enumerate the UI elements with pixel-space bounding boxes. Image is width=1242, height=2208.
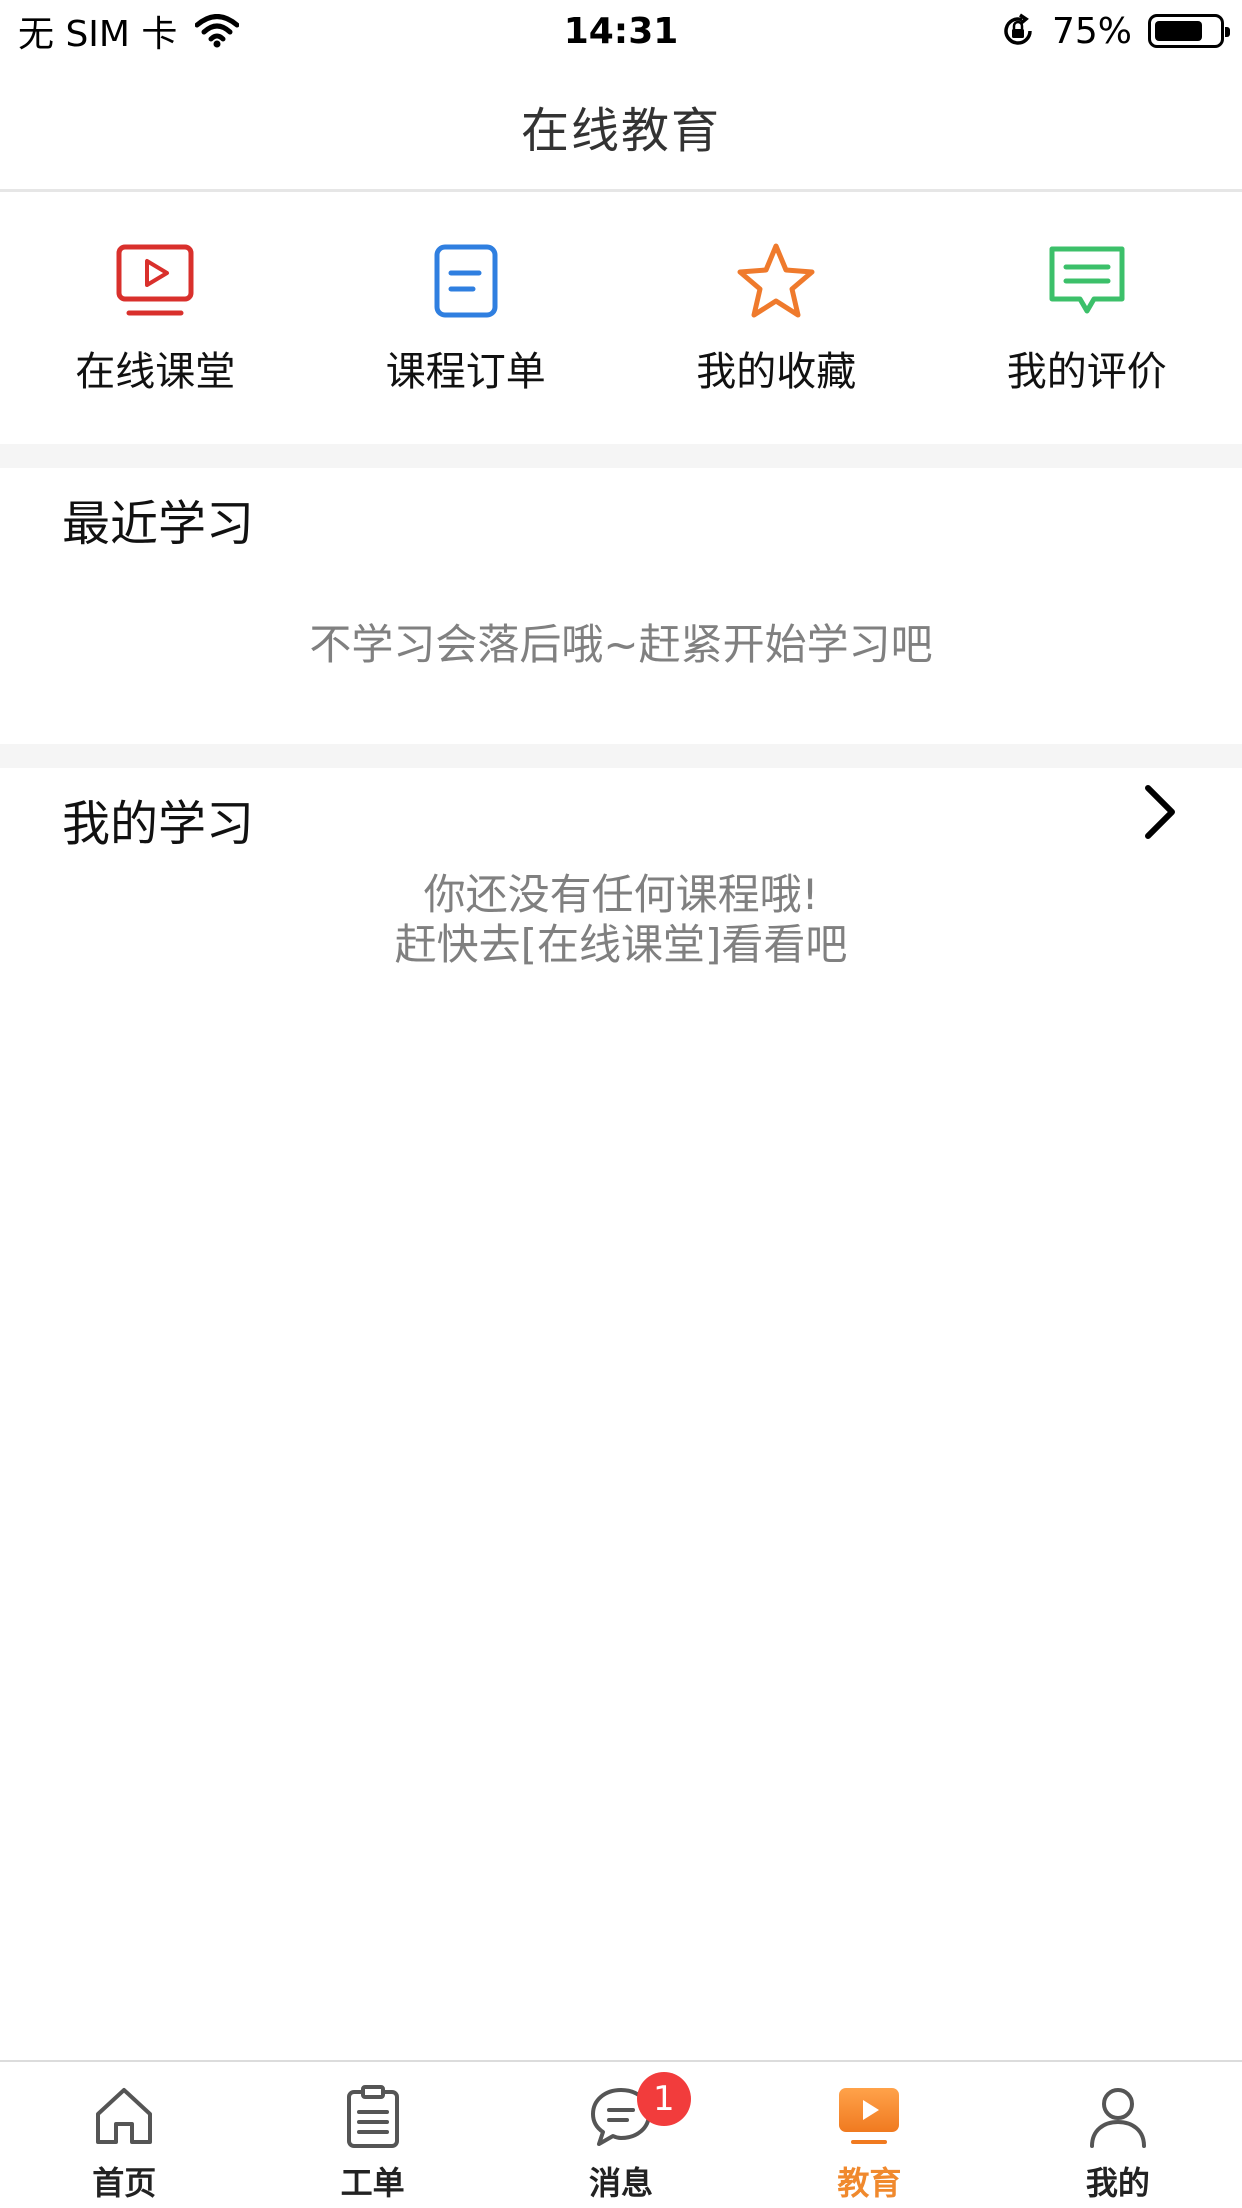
tab-label: 教育	[837, 2164, 902, 2202]
section-divider	[0, 444, 1242, 468]
entry-label: 我的收藏	[696, 349, 857, 395]
recent-study-title: 最近学习	[62, 496, 255, 552]
battery-percent: 75%	[1051, 10, 1132, 52]
tab-label: 工单	[340, 2164, 405, 2202]
nav-bar: 在线教育	[0, 62, 1242, 192]
tab-label: 首页	[92, 2164, 157, 2202]
order-doc-icon	[421, 241, 511, 321]
status-bar: 无 SIM 卡 14:31 75%	[0, 0, 1242, 62]
entry-online-class[interactable]: 在线课堂	[30, 219, 280, 419]
carrier-text: 无 SIM 卡	[18, 14, 178, 55]
status-right: 75%	[1000, 10, 1230, 52]
battery-icon	[1148, 14, 1230, 48]
status-left: 无 SIM 卡	[18, 5, 240, 57]
home-icon	[96, 2088, 153, 2144]
entry-label: 我的评价	[1006, 349, 1167, 395]
entry-my-reviews[interactable]: 我的评价	[962, 219, 1212, 419]
unread-badge: 1	[636, 2072, 691, 2126]
entry-label: 课程订单	[385, 349, 546, 395]
play-video-icon	[839, 2088, 900, 2144]
my-study-empty-line1: 你还没有任何课程哦!	[423, 870, 819, 919]
tv-play-icon	[110, 241, 200, 321]
quick-entry-row: 在线课堂 课程订单 我的收藏 我的评价	[0, 194, 1242, 444]
page: 无 SIM 卡 14:31 75% 在线教育 在线课堂 课程订单 我的收藏 我的…	[0, 0, 1242, 2208]
my-study-title: 我的学习	[62, 796, 255, 852]
recent-empty-text: 不学习会落后哦~赶紧开始学习吧	[309, 620, 933, 669]
battery-fill	[1155, 21, 1202, 41]
wifi-icon	[195, 14, 240, 48]
comment-icon	[1042, 241, 1132, 321]
tab-messages[interactable]: 1 消息	[497, 2062, 745, 2208]
tab-education[interactable]: 教育	[745, 2062, 993, 2208]
tab-home[interactable]: 首页	[0, 2062, 248, 2208]
tab-bar: 首页 工单 1 消息 教育 我的	[0, 2060, 1242, 2208]
rotation-lock-icon	[1004, 13, 1032, 45]
chevron-right-icon[interactable]	[1138, 782, 1182, 842]
star-icon	[731, 241, 821, 321]
entry-course-orders[interactable]: 课程订单	[341, 219, 591, 419]
entry-label: 在线课堂	[75, 349, 236, 395]
my-study-empty-line2: 赶快去[在线课堂]看看吧	[394, 920, 848, 969]
tab-label: 消息	[589, 2164, 654, 2202]
section-divider	[0, 744, 1242, 768]
entry-my-favorites[interactable]: 我的收藏	[651, 219, 901, 419]
clipboard-icon	[346, 2085, 399, 2148]
page-title: 在线教育	[520, 102, 721, 159]
tab-label: 我的	[1085, 2164, 1150, 2202]
tab-mine[interactable]: 我的	[994, 2062, 1242, 2208]
tab-work-order[interactable]: 工单	[248, 2062, 496, 2208]
user-icon	[1089, 2088, 1146, 2148]
